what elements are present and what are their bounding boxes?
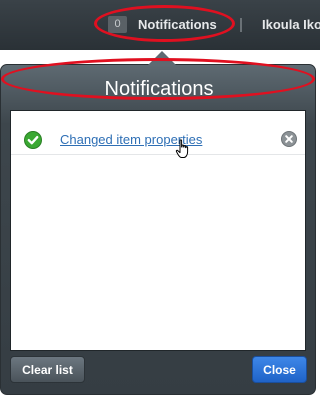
notifications-list: Changed item properties xyxy=(10,110,306,351)
remove-circle-icon[interactable] xyxy=(281,131,297,147)
clear-list-button[interactable]: Clear list xyxy=(10,356,85,383)
list-item: Changed item properties xyxy=(11,126,305,158)
notifications-popover: Notifications Changed item properties Cl… xyxy=(0,51,316,395)
close-button[interactable]: Close xyxy=(252,356,307,383)
notifications-link[interactable]: Notifications xyxy=(138,16,217,33)
top-navigation-bar: 0 Notifications Ikoula Iko xyxy=(0,0,320,50)
popover-title: Notifications xyxy=(104,78,214,100)
hand-pointer-cursor-icon xyxy=(175,139,189,158)
check-circle-icon xyxy=(24,131,42,149)
screen: 0 Notifications Ikoula Iko Notifications… xyxy=(0,0,320,399)
user-menu-link[interactable]: Ikoula Iko xyxy=(262,16,320,33)
popover-caret xyxy=(148,51,176,65)
notification-count-badge[interactable]: 0 xyxy=(108,16,127,33)
divider xyxy=(240,18,242,32)
